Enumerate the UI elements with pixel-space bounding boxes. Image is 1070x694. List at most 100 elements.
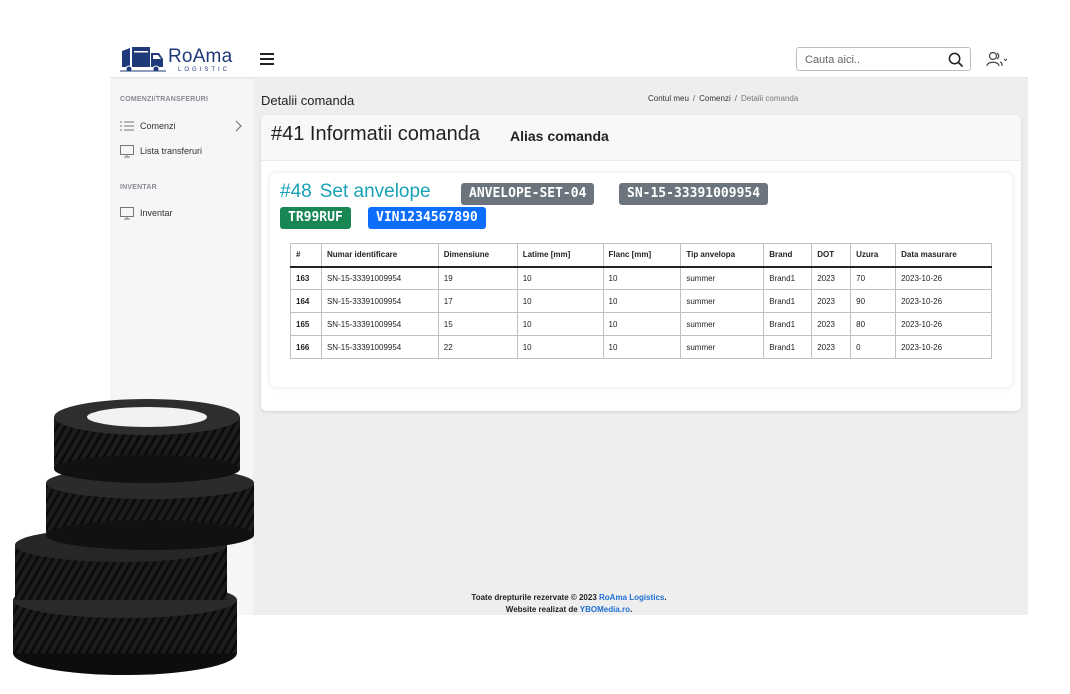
tire-stack-image bbox=[13, 399, 254, 675]
table-cell: 22 bbox=[437, 335, 518, 359]
table-cell: Brand1 bbox=[763, 266, 813, 290]
user-icon[interactable] bbox=[986, 51, 1008, 68]
table-cell: 19 bbox=[437, 266, 518, 290]
table-cell: 166 bbox=[290, 335, 322, 359]
table-cell: 80 bbox=[850, 312, 897, 336]
list-icon bbox=[120, 121, 134, 131]
table-cell: 10 bbox=[516, 335, 604, 359]
table-cell: 90 bbox=[850, 289, 897, 313]
table-cell: summer bbox=[680, 312, 765, 336]
order-card-header: #41 Informatii comanda Alias comanda bbox=[261, 115, 1021, 161]
chevron-right-icon bbox=[235, 120, 242, 132]
table-row: 165 SN-15-33391009954 15 10 10 summer Br… bbox=[290, 312, 992, 336]
table-cell: 165 bbox=[290, 312, 322, 336]
table-cell: 15 bbox=[437, 312, 518, 336]
set-code-badge: ANVELOPE-SET-04 bbox=[461, 183, 595, 205]
serial-number-badge: SN-15-33391009954 bbox=[619, 183, 769, 205]
sidebar-item-comenzi[interactable]: Comenzi bbox=[120, 119, 242, 135]
table-cell: Brand1 bbox=[763, 289, 813, 313]
table-cell: 163 bbox=[290, 266, 322, 290]
table-cell: 2023-10-26 bbox=[895, 289, 992, 313]
tire-set-card: #48 Set anvelope ANVELOPE-SET-04 SN-15-33… bbox=[270, 173, 1012, 387]
table-cell: 0 bbox=[850, 335, 897, 359]
order-card: #41 Informatii comanda Alias comanda #48… bbox=[261, 115, 1021, 411]
sidebar-item-label: Inventar bbox=[140, 208, 173, 218]
footer-text: . bbox=[629, 605, 633, 614]
table-cell: 10 bbox=[602, 289, 682, 313]
logo-name: RoAma bbox=[168, 46, 233, 67]
column-header: Uzura bbox=[850, 243, 897, 268]
table-cell: SN-15-33391009954 bbox=[320, 289, 439, 313]
table-cell: 17 bbox=[437, 289, 518, 313]
column-header: Tip anvelopa bbox=[680, 243, 765, 268]
table-cell: 2023-10-26 bbox=[895, 266, 992, 290]
sidebar-item-lista-transferuri[interactable]: Lista transferuri bbox=[120, 144, 242, 160]
breadcrumb-separator: / bbox=[734, 94, 737, 103]
table-cell: 2023-10-26 bbox=[895, 312, 992, 336]
order-title: #41 Informatii comanda bbox=[271, 123, 481, 145]
footer-text: Website realizat de bbox=[505, 605, 580, 614]
table-cell: SN-15-33391009954 bbox=[320, 312, 439, 336]
footer-text: Toate drepturile rezervate © 2023 bbox=[471, 593, 599, 602]
table-cell: SN-15-33391009954 bbox=[320, 266, 439, 290]
table-cell: 164 bbox=[290, 289, 322, 313]
truck-logo-icon bbox=[120, 47, 166, 73]
table-cell: Brand1 bbox=[763, 335, 813, 359]
breadcrumb-separator: / bbox=[692, 94, 696, 103]
column-header: Flanc [mm] bbox=[602, 243, 682, 268]
breadcrumb-link-orders[interactable]: Comenzi bbox=[699, 94, 731, 103]
table-cell: 2023-10-26 bbox=[895, 335, 992, 359]
monitor-icon bbox=[120, 145, 134, 158]
vin-badge: VIN1234567890 bbox=[368, 207, 486, 229]
table-cell: 10 bbox=[602, 312, 682, 336]
order-alias: Alias comanda bbox=[510, 128, 609, 144]
table-row: 163 SN-15-33391009954 19 10 10 summer Br… bbox=[290, 266, 992, 290]
footer-company-link[interactable]: RoAma Logistics bbox=[599, 593, 664, 602]
search-icon[interactable] bbox=[948, 52, 963, 67]
table-cell: 2023 bbox=[811, 312, 852, 336]
table-cell: Brand1 bbox=[763, 312, 813, 336]
column-header: Latime [mm] bbox=[516, 243, 604, 268]
table-cell: summer bbox=[680, 335, 765, 359]
logo[interactable]: RoAma LOGISTIC bbox=[120, 45, 242, 75]
sidebar-section-inventory: INVENTAR bbox=[120, 184, 157, 191]
page-title: Detalii comanda bbox=[261, 93, 355, 108]
table-header-row: # Numar identificare Dimensiune Latime [… bbox=[290, 243, 992, 268]
table-cell: 10 bbox=[602, 266, 682, 290]
column-header: Data masurare bbox=[895, 243, 992, 268]
footer-agency-link[interactable]: YBOMedia.ro bbox=[580, 605, 630, 614]
breadcrumb-current: Detalii comanda bbox=[740, 94, 799, 103]
plate-number-badge: TR99RUF bbox=[280, 207, 351, 229]
table-cell: 2023 bbox=[811, 266, 852, 290]
monitor-icon bbox=[120, 207, 134, 220]
table-cell: 10 bbox=[516, 289, 604, 313]
column-header: DOT bbox=[811, 243, 852, 268]
table-cell: summer bbox=[680, 266, 765, 290]
tire-set-name: Set anvelope bbox=[319, 181, 431, 202]
footer-text: . bbox=[664, 593, 667, 602]
table-cell: SN-15-33391009954 bbox=[320, 335, 439, 359]
table-cell: 70 bbox=[850, 266, 897, 290]
table-row: 164 SN-15-33391009954 17 10 10 summer Br… bbox=[290, 289, 992, 313]
tires-table: # Numar identificare Dimensiune Latime [… bbox=[290, 243, 992, 359]
sidebar-item-inventar[interactable]: Inventar bbox=[120, 206, 242, 222]
top-navbar: RoAma LOGISTIC bbox=[110, 42, 1028, 78]
hamburger-icon[interactable] bbox=[260, 53, 274, 65]
column-header: Numar identificare bbox=[320, 243, 439, 268]
sidebar-section-orders: COMENZI/TRANSFERURI bbox=[120, 96, 209, 103]
table-cell: 10 bbox=[516, 312, 604, 336]
table-cell: 10 bbox=[602, 335, 682, 359]
tire-set-number: #48 bbox=[280, 181, 312, 202]
table-cell: 2023 bbox=[811, 335, 852, 359]
sidebar-item-label: Lista transferuri bbox=[140, 146, 203, 156]
column-header: Brand bbox=[763, 243, 813, 268]
column-header: Dimensiune bbox=[437, 243, 518, 268]
breadcrumb-link-account[interactable]: Contul meu bbox=[648, 94, 689, 103]
column-header: # bbox=[290, 243, 322, 268]
tire-set-title: #48 Set anvelope bbox=[280, 181, 431, 203]
search-box bbox=[796, 47, 971, 71]
table-row: 166 SN-15-33391009954 22 10 10 summer Br… bbox=[290, 335, 992, 359]
table-cell: 10 bbox=[516, 266, 604, 290]
table-cell: summer bbox=[680, 289, 765, 313]
search-input[interactable] bbox=[805, 52, 945, 67]
